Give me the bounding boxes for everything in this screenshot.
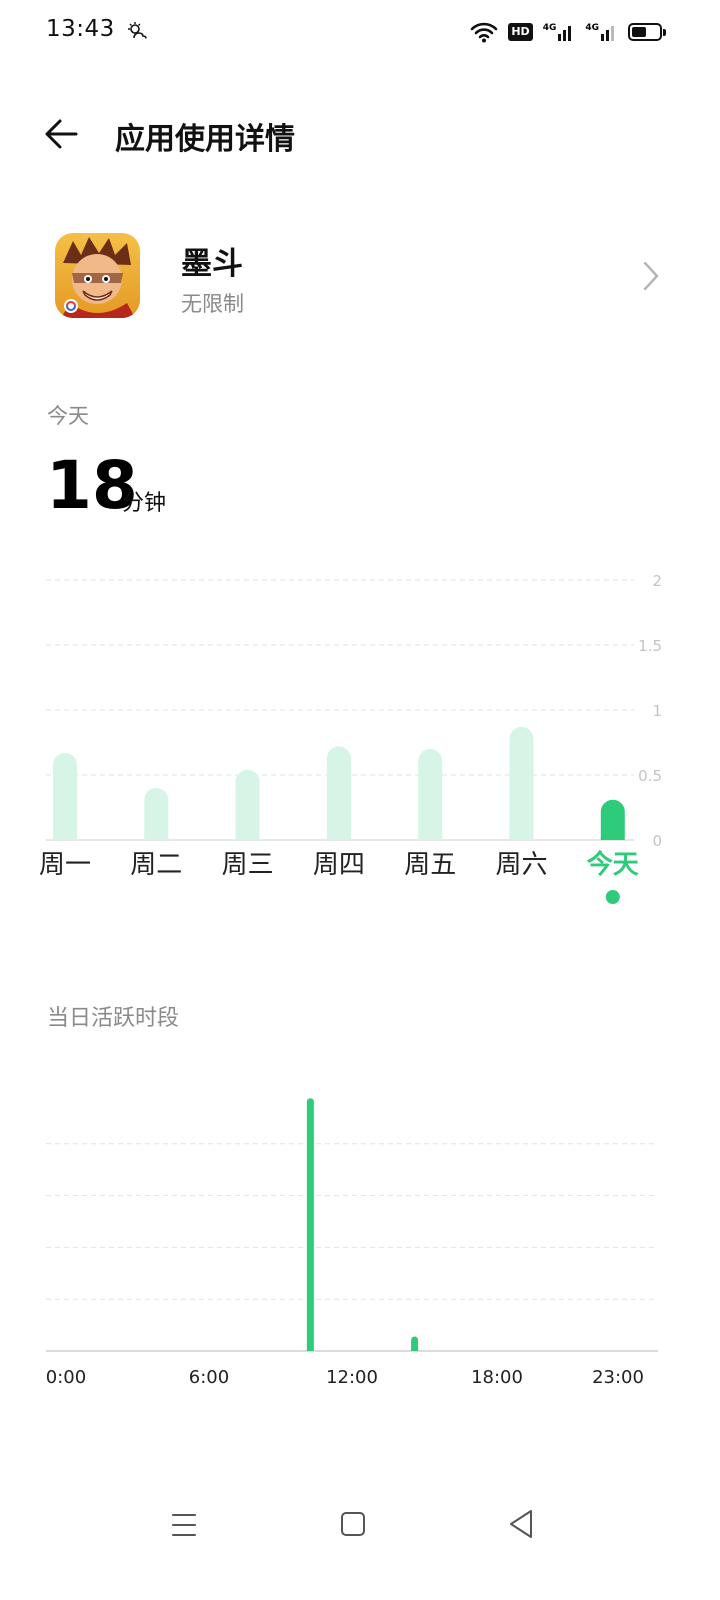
status-time: 13:43 [46, 16, 115, 42]
x-tick-label[interactable]: 周一 [39, 850, 91, 880]
weekly-usage-chart: 0 0.5 1 1.5 2 周一 周二 周三 周四 周五 周六 今天 [39, 572, 662, 904]
signal-4g-icon: 4G [543, 23, 576, 41]
page-title: 应用使用详情 [115, 122, 295, 157]
app-restriction-status: 无限制 [181, 292, 244, 316]
hd-badge: HD [508, 23, 533, 41]
x-tick-label[interactable]: 今天 [587, 849, 639, 880]
x-tick-label: 23:00 [592, 1367, 644, 1388]
x-tick-label[interactable]: 周三 [222, 850, 274, 880]
activity-bar [411, 1336, 419, 1351]
battery-icon [628, 23, 666, 41]
selected-day-dot [605, 890, 620, 904]
activity-bar [306, 1098, 314, 1351]
bar-今天[interactable] [600, 799, 625, 840]
active-period-title: 当日活跃时段 [47, 1006, 180, 1031]
y-tick-label: 1 [652, 702, 662, 720]
battery-level [632, 27, 647, 37]
app-icon [55, 233, 140, 318]
x-tick-label[interactable]: 周六 [495, 850, 547, 880]
x-tick-label: 0:00 [46, 1367, 86, 1388]
y-tick-label: 0.5 [638, 767, 662, 785]
x-tick-label[interactable]: 周五 [404, 850, 456, 880]
today-label: 今天 [47, 404, 89, 428]
home-icon[interactable] [340, 1510, 366, 1538]
y-tick-label: 1.5 [638, 637, 662, 655]
status-icons: HD 4G 4G [470, 18, 666, 46]
x-tick-label: 18:00 [471, 1367, 523, 1388]
bar-周五[interactable] [418, 749, 443, 840]
usage-unit: 分钟 [122, 491, 167, 516]
hourly-activity-chart: 0:00 6:00 12:00 18:00 23:00 [46, 1098, 658, 1388]
chevron-right-icon[interactable] [638, 258, 664, 294]
signal-4g-icon-2: 4G [585, 23, 618, 41]
x-tick-label[interactable]: 周四 [313, 850, 365, 880]
back-arrow-icon[interactable] [40, 114, 82, 154]
weather-icon [128, 22, 147, 39]
bar-周六[interactable] [509, 726, 534, 840]
x-tick-label: 6:00 [189, 1367, 229, 1388]
menu-icon[interactable] [171, 1511, 197, 1539]
x-tick-label: 12:00 [326, 1367, 378, 1388]
back-triangle-icon[interactable] [508, 1508, 534, 1540]
bar-周一[interactable] [53, 752, 77, 840]
x-tick-label[interactable]: 周二 [130, 850, 182, 880]
y-tick-label: 0 [652, 832, 662, 850]
bar-周三[interactable] [235, 769, 260, 840]
bar-周四[interactable] [326, 746, 351, 840]
bar-周二[interactable] [144, 788, 169, 840]
wifi-icon [471, 22, 498, 43]
y-tick-label: 2 [652, 572, 662, 590]
app-name[interactable]: 墨斗 [181, 238, 243, 283]
